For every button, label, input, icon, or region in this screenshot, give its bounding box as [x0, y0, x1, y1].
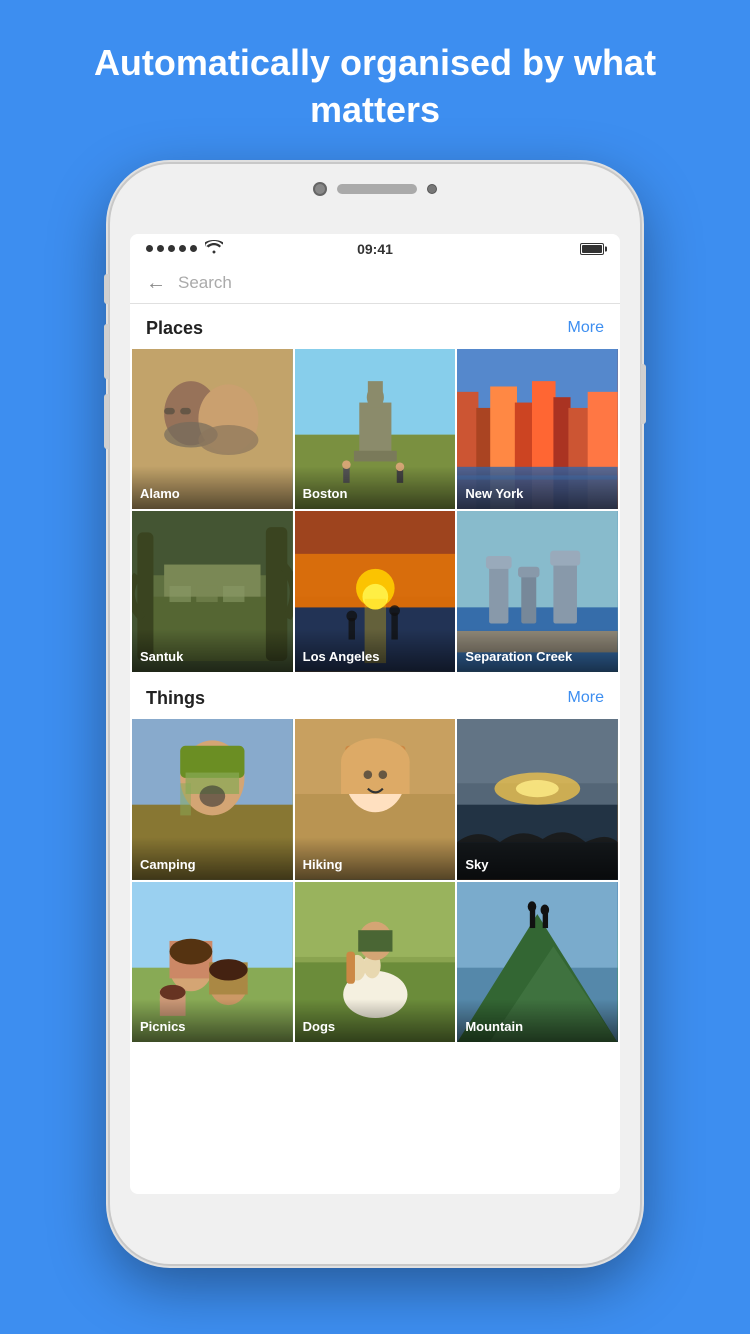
place-new-york-label: New York: [457, 466, 618, 509]
places-grid: Alamo: [130, 349, 620, 674]
place-alamo[interactable]: Alamo: [132, 349, 293, 510]
thing-sky[interactable]: Sky: [457, 719, 618, 880]
thing-sky-label: Sky: [457, 837, 618, 880]
search-bar[interactable]: ← Search: [130, 264, 620, 304]
volume-down-button: [104, 394, 109, 449]
page-headline: Automatically organised by what matters: [0, 0, 750, 164]
camera-lens: [313, 182, 327, 196]
thing-hiking-label: Hiking: [295, 837, 456, 880]
place-alamo-label: Alamo: [132, 466, 293, 509]
thing-dogs[interactable]: Dogs: [295, 882, 456, 1043]
things-section-header: Things More: [130, 674, 620, 719]
place-separation-creek[interactable]: Separation Creek: [457, 511, 618, 672]
place-new-york[interactable]: New York: [457, 349, 618, 510]
thing-picnics[interactable]: Picnics: [132, 882, 293, 1043]
places-more-button[interactable]: More: [568, 319, 604, 337]
status-bar: 09:41: [130, 234, 620, 264]
search-placeholder: Search: [178, 273, 232, 293]
wifi-icon: [205, 240, 223, 257]
things-title: Things: [146, 688, 205, 709]
speaker-grill: [337, 184, 417, 194]
place-santuk[interactable]: Santuk: [132, 511, 293, 672]
places-section-header: Places More: [130, 304, 620, 349]
place-boston[interactable]: Boston: [295, 349, 456, 510]
status-right: [580, 243, 604, 255]
mute-button: [104, 274, 109, 304]
scroll-content[interactable]: Places More: [130, 304, 620, 1174]
place-separation-creek-label: Separation Creek: [457, 629, 618, 672]
phone-mockup: 09:41 ← Search Places More: [110, 164, 640, 1264]
status-left: [146, 240, 223, 257]
signal-dot-2: [157, 245, 164, 252]
thing-mountain[interactable]: Mountain: [457, 882, 618, 1043]
thing-hiking[interactable]: Hiking: [295, 719, 456, 880]
place-los-angeles-label: Los Angeles: [295, 629, 456, 672]
places-title: Places: [146, 318, 203, 339]
thing-camping[interactable]: Camping: [132, 719, 293, 880]
signal-dot-5: [190, 245, 197, 252]
volume-up-button: [104, 324, 109, 379]
thing-picnics-label: Picnics: [132, 999, 293, 1042]
front-camera: [427, 184, 437, 194]
place-los-angeles[interactable]: Los Angeles: [295, 511, 456, 672]
thing-camping-label: Camping: [132, 837, 293, 880]
place-boston-label: Boston: [295, 466, 456, 509]
thing-mountain-label: Mountain: [457, 999, 618, 1042]
place-santuk-label: Santuk: [132, 629, 293, 672]
signal-dot-1: [146, 245, 153, 252]
status-time: 09:41: [357, 241, 393, 257]
thing-dogs-label: Dogs: [295, 999, 456, 1042]
back-arrow-icon[interactable]: ←: [146, 272, 166, 295]
battery-icon: [580, 243, 604, 255]
things-more-button[interactable]: More: [568, 689, 604, 707]
battery-fill: [582, 245, 602, 253]
signal-dot-4: [179, 245, 186, 252]
things-grid: Camping: [130, 719, 620, 1044]
camera-area: [313, 182, 437, 196]
signal-dot-3: [168, 245, 175, 252]
screen: 09:41 ← Search Places More: [130, 234, 620, 1194]
